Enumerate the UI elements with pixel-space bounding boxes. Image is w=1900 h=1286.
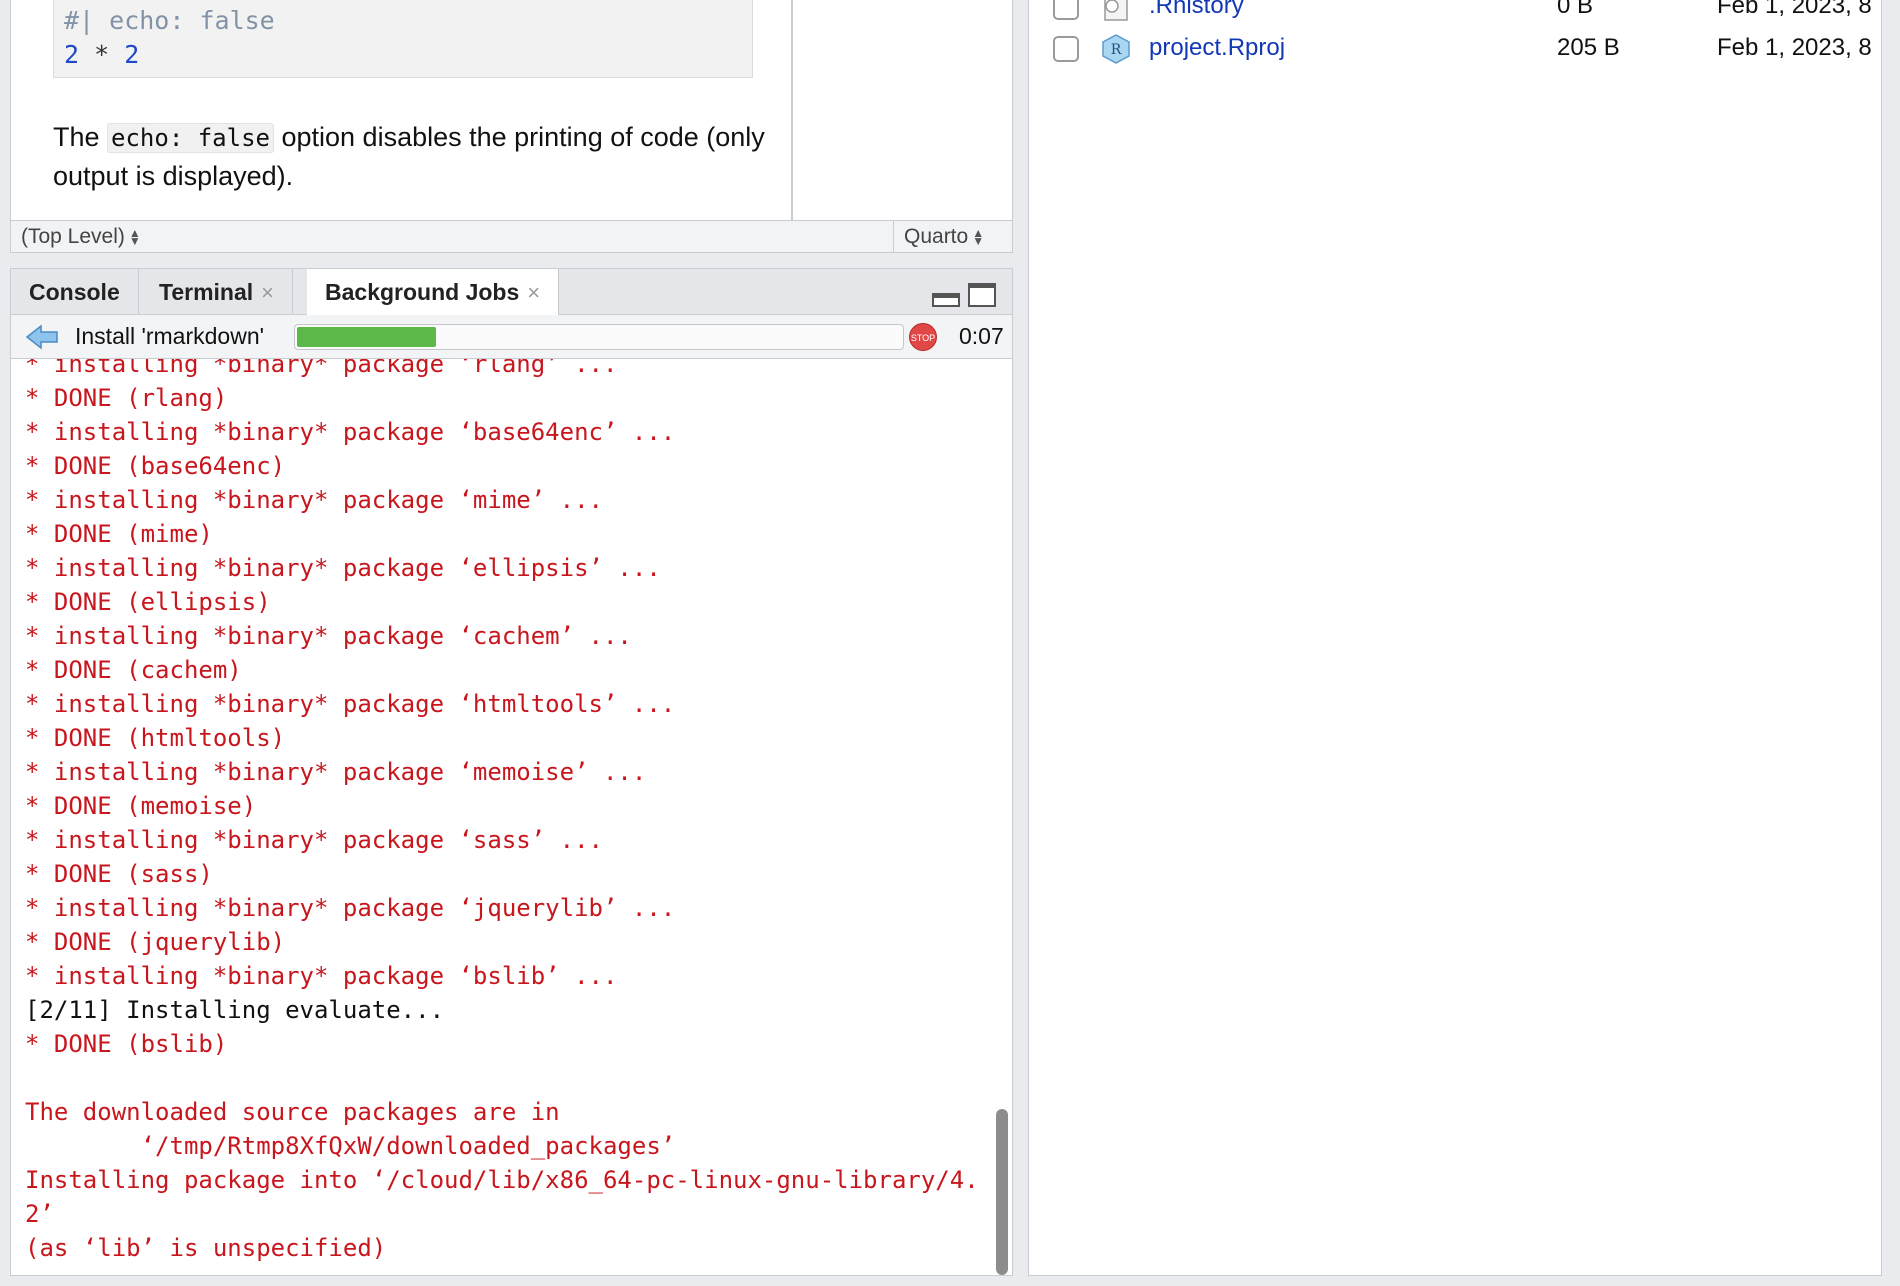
tab-label: Terminal xyxy=(159,279,254,305)
output-line: * installing *binary* package ‘ellipsis’… xyxy=(25,554,661,582)
output-line: * installing *binary* package ‘jquerylib… xyxy=(25,894,676,922)
chunk-code-line: 2 * 2 xyxy=(64,38,742,72)
code-number: 2 xyxy=(64,40,80,69)
editor-status-bar: (Top Level) ▲ ▼ Quarto ▲ ▼ xyxy=(11,220,1012,253)
code-chunk[interactable]: #| echo: false 2 * 2 xyxy=(53,0,753,78)
rstudio-window: #| echo: false 2 * 2 The echo: false opt… xyxy=(0,0,1900,1286)
output-line: [2/11] Installing evaluate... xyxy=(25,996,445,1024)
pane-tabbar: Console Terminal × Background Jobs × xyxy=(11,269,1012,316)
output-line: (as ‘lib’ is unspecified) xyxy=(25,1234,387,1262)
output-lines: * installing *binary* package ‘rlang’ ..… xyxy=(25,359,979,1265)
tab-background-jobs[interactable]: Background Jobs × xyxy=(307,269,560,316)
progress-fill xyxy=(297,327,436,347)
paragraph-text: The xyxy=(53,122,108,152)
output-line: 2’ xyxy=(25,1200,54,1228)
tab-console[interactable]: Console xyxy=(11,269,139,315)
output-scrollbar[interactable] xyxy=(996,1109,1008,1275)
pane-window-controls xyxy=(932,283,996,307)
back-arrow-icon[interactable] xyxy=(25,324,59,350)
output-line: * DONE (bslib) xyxy=(25,1030,228,1058)
tab-label: Background Jobs xyxy=(325,279,520,305)
document-paragraph: The echo: false option disables the prin… xyxy=(53,118,783,195)
chunk-option-line: #| echo: false xyxy=(64,6,275,35)
output-line: The downloaded source packages are in xyxy=(25,1098,560,1126)
scope-label: (Top Level) xyxy=(21,225,125,248)
console-pane: Console Terminal × Background Jobs × Insta… xyxy=(10,268,1013,1276)
file-name[interactable]: .Rhistory xyxy=(1149,0,1244,20)
output-line: * installing *binary* package ‘sass’ ... xyxy=(25,826,603,854)
output-line: * installing *binary* package ‘mime’ ... xyxy=(25,486,603,514)
tab-label: Console xyxy=(29,279,120,305)
output-line: * DONE (memoise) xyxy=(25,792,257,820)
close-icon[interactable]: × xyxy=(527,280,540,305)
output-line: * DONE (rlang) xyxy=(25,384,228,412)
output-line: * DONE (sass) xyxy=(25,860,213,888)
document-type-label: Quarto xyxy=(904,225,969,248)
output-line: * installing *binary* package ‘htmltools… xyxy=(25,690,676,718)
file-row[interactable]: .Rhistory 0 B Feb 1, 2023, 8 xyxy=(1029,0,1883,28)
close-icon[interactable]: × xyxy=(261,280,274,305)
output-line: ‘/tmp/Rtmp8XfQxW/downloaded_packages’ xyxy=(25,1132,676,1160)
tab-terminal[interactable]: Terminal × xyxy=(141,269,294,315)
scope-selector[interactable]: (Top Level) ▲ ▼ xyxy=(21,225,141,249)
output-line: Installing package into ‘/cloud/lib/x86_… xyxy=(25,1166,979,1194)
file-row[interactable]: R project.Rproj 205 B Feb 1, 2023, 8 xyxy=(1029,30,1883,70)
rproj-file-icon: R xyxy=(1102,34,1130,64)
job-output[interactable]: * installing *binary* package ‘rlang’ ..… xyxy=(11,359,1001,1275)
file-modified: Feb 1, 2023, 8 xyxy=(1717,0,1872,19)
code-operator: * xyxy=(79,40,125,69)
job-name: Install 'rmarkdown' xyxy=(75,323,265,349)
output-line: * DONE (jquerylib) xyxy=(25,928,286,956)
file-size: 205 B xyxy=(1557,34,1620,61)
job-progress-bar xyxy=(294,324,904,350)
file-modified: Feb 1, 2023, 8 xyxy=(1717,34,1872,61)
output-line: * DONE (ellipsis) xyxy=(25,588,271,616)
source-editor-pane: #| echo: false 2 * 2 The echo: false opt… xyxy=(10,0,1013,253)
file-name[interactable]: project.Rproj xyxy=(1149,34,1285,62)
stop-icon[interactable]: STOP xyxy=(909,323,937,351)
file-size: 0 B xyxy=(1557,0,1594,19)
file-checkbox[interactable] xyxy=(1053,36,1079,62)
output-line: * installing *binary* package ‘cachem’ .… xyxy=(25,622,632,650)
output-line: * installing *binary* package ‘base64enc… xyxy=(25,418,676,446)
output-line: * installing *binary* package ‘rlang’ ..… xyxy=(25,359,618,378)
minimize-pane-icon[interactable] xyxy=(932,293,960,307)
output-line: * DONE (mime) xyxy=(25,520,213,548)
updown-icon: ▲ ▼ xyxy=(972,226,985,249)
svg-text:R: R xyxy=(1111,42,1122,58)
output-line: * DONE (htmltools) xyxy=(25,724,286,752)
elapsed-time: 0:07 xyxy=(959,323,1004,349)
output-line: * DONE (cachem) xyxy=(25,656,242,684)
code-number: 2 xyxy=(124,40,140,69)
job-toolbar: Install 'rmarkdown' STOP 0:07 xyxy=(11,315,1012,359)
document-type-selector[interactable]: Quarto ▲ ▼ xyxy=(893,221,994,253)
output-line: * installing *binary* package ‘bslib’ ..… xyxy=(25,962,618,990)
inline-code: echo: false xyxy=(107,123,274,153)
file-checkbox[interactable] xyxy=(1053,0,1079,20)
history-file-icon xyxy=(1104,0,1128,21)
maximize-pane-icon[interactable] xyxy=(968,283,996,307)
files-pane: .Rhistory 0 B Feb 1, 2023, 8 R project.R… xyxy=(1028,0,1882,1276)
output-line: * DONE (base64enc) xyxy=(25,452,286,480)
visual-editor-document[interactable]: #| echo: false 2 * 2 The echo: false opt… xyxy=(11,0,793,220)
output-line: * installing *binary* package ‘memoise’ … xyxy=(25,758,647,786)
updown-icon: ▲ ▼ xyxy=(128,226,141,249)
